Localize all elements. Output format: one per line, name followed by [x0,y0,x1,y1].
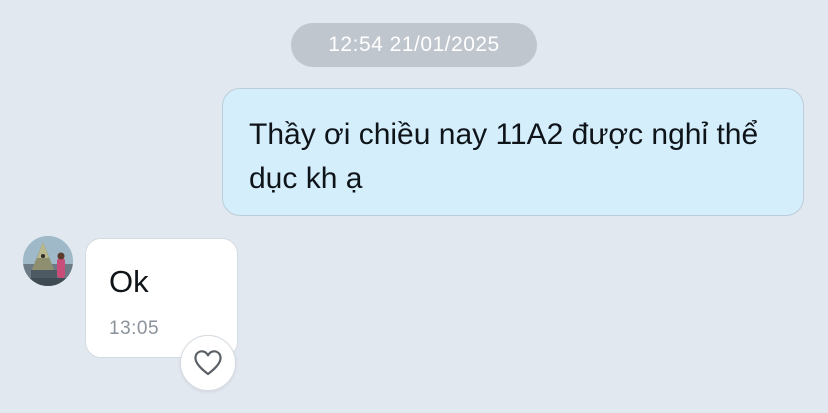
date-separator: 12:54 21/01/2025 [291,23,537,67]
avatar-photo-icon [23,236,73,286]
incoming-message-time: 13:05 [109,318,160,339]
heart-outline-icon [194,350,222,376]
chat-conversation: 12:54 21/01/2025 Thầy ơi chiều nay 11A2 … [0,0,828,413]
outgoing-message-bubble[interactable]: Thầy ơi chiều nay 11A2 được nghỉ thể dục… [222,88,804,216]
avatar[interactable] [23,236,73,286]
incoming-message-text: Ok [109,264,149,299]
reaction-heart-button[interactable] [180,335,236,391]
